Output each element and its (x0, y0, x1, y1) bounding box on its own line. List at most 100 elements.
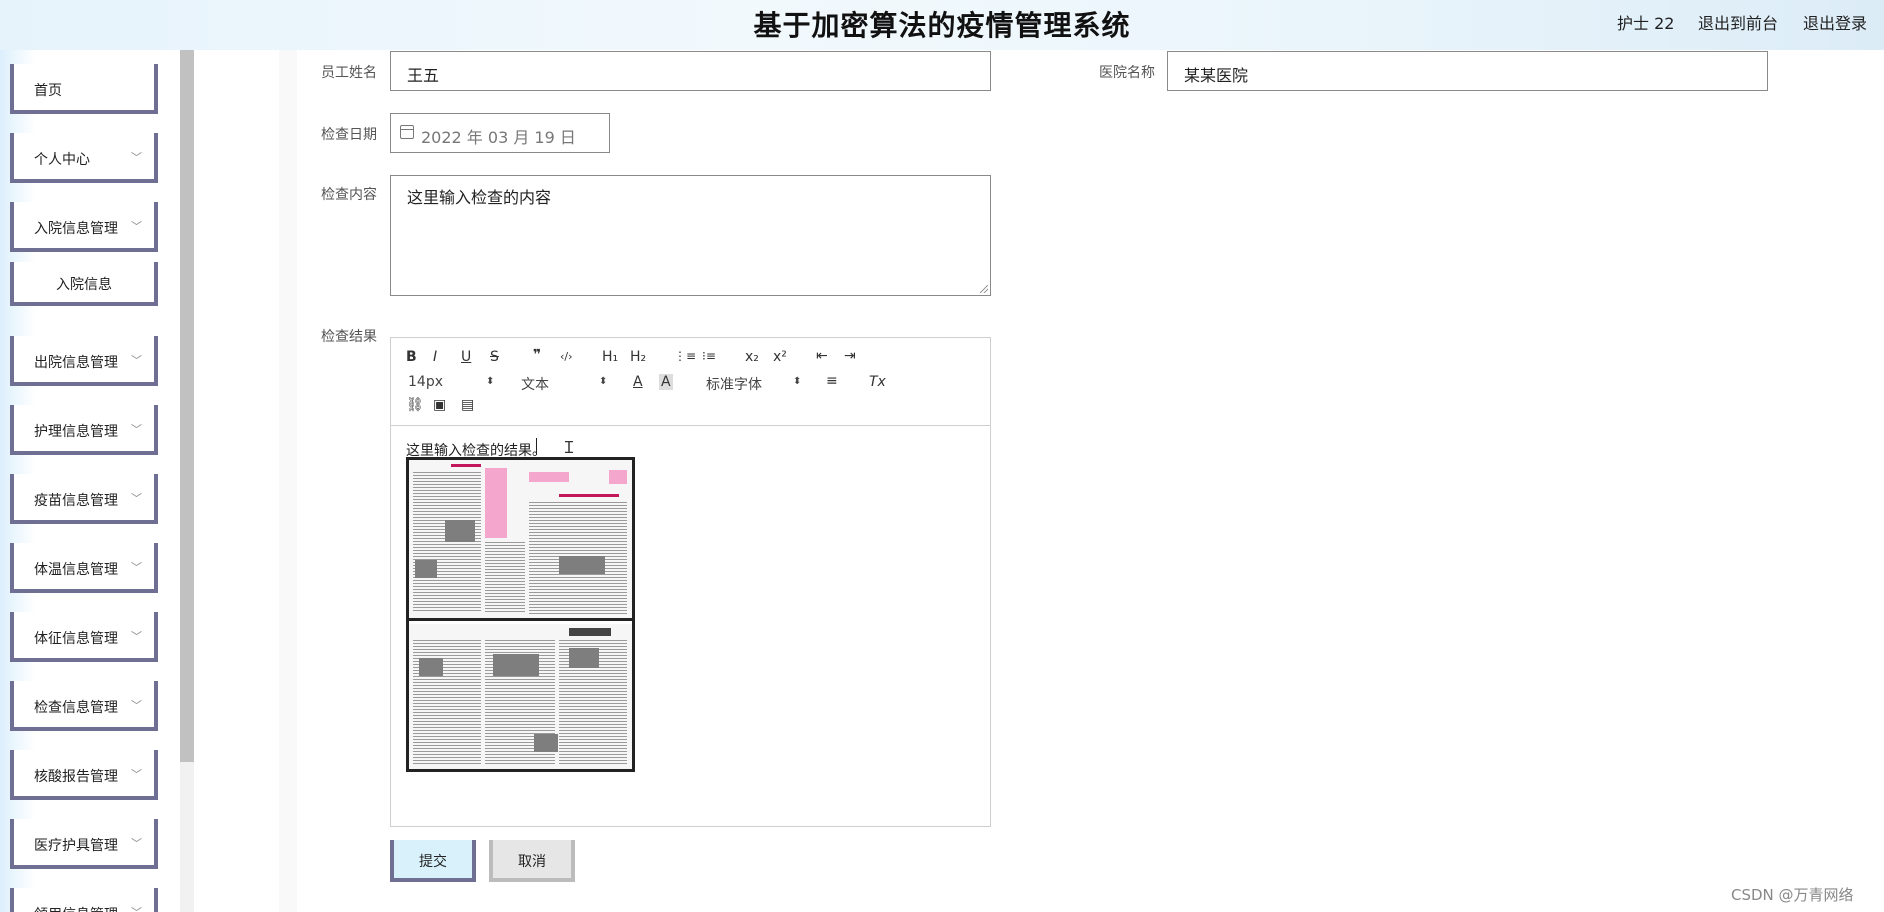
code-block-icon[interactable]: ‹/› (560, 350, 573, 363)
newspaper-photo (493, 654, 539, 676)
editor-content-area[interactable]: 这里输入检查的结果。 Ｉ (391, 426, 990, 826)
strikethrough-icon[interactable]: S (490, 349, 499, 365)
heading-2-icon[interactable]: H₂ (630, 349, 646, 365)
newspaper-photo (445, 520, 475, 542)
rich-text-editor: B I U S ❞ ‹/› H₁ H₂ ⋮≡ ⁝≡ x₂ x² ⇤ ⇥ 14px… (390, 337, 991, 827)
indent-icon[interactable]: ⇥ (844, 348, 856, 364)
bold-icon[interactable]: B (406, 349, 417, 365)
newspaper-photo (419, 658, 443, 676)
sidebar-item-label: 领用信息管理 (34, 904, 118, 912)
editor-toolbar: B I U S ❞ ‹/› H₁ H₂ ⋮≡ ⁝≡ x₂ x² ⇤ ⇥ 14px… (391, 338, 990, 426)
employee-name-input[interactable]: 王五 (390, 51, 991, 91)
sidebar-item-discharge-management[interactable]: 出院信息管理 ﹀ (10, 336, 158, 386)
background-color-icon[interactable]: A (659, 374, 673, 390)
newspaper-photo (559, 556, 605, 574)
font-size-value: 14px (408, 374, 443, 390)
content-margin (194, 50, 279, 912)
check-content-label: 检查内容 (321, 187, 377, 203)
sidebar-item-requisition-management[interactable]: 领用信息管理 ﹀ (10, 888, 158, 912)
sidebar-item-label: 护理信息管理 (34, 424, 118, 440)
font-family-value: 标准字体 (706, 377, 762, 393)
chevron-down-icon: ﹀ (131, 768, 142, 781)
image-icon[interactable]: ▣ (433, 397, 446, 413)
sidebar-item-admission-management[interactable]: 入院信息管理 ﹀ (10, 202, 158, 252)
inserted-newspaper-image[interactable] (406, 457, 635, 772)
check-date-picker[interactable]: 2022 年 03 月 19 日 (390, 113, 610, 153)
sidebar-item-home[interactable]: 首页 (10, 64, 158, 114)
text-caret (536, 438, 537, 455)
cancel-button[interactable]: 取消 (489, 840, 575, 882)
sidebar-item-label: 医疗护具管理 (34, 838, 118, 854)
link-icon[interactable]: ⛓ (406, 397, 424, 413)
calendar-icon (400, 125, 414, 139)
sidebar-item-label: 出院信息管理 (34, 355, 118, 371)
resize-handle-icon[interactable] (980, 285, 988, 293)
select-arrows-icon: ⬍ (486, 376, 495, 387)
font-family-select[interactable]: 标准字体 ⬍ (706, 374, 802, 394)
chevron-down-icon: ﹀ (131, 220, 142, 233)
align-icon[interactable]: ≡ (826, 373, 838, 389)
submit-button[interactable]: 提交 (390, 840, 476, 882)
watermark-text: CSDN @万青网络 (1731, 886, 1854, 904)
check-content-value: 这里输入检查的内容 (407, 188, 552, 207)
sidebar-scrollbar[interactable] (180, 50, 194, 912)
check-result-label: 检查结果 (321, 329, 377, 345)
sidebar-subitem-admission-info[interactable]: 入院信息 (10, 262, 158, 306)
sidebar-item-temperature-management[interactable]: 体温信息管理 ﹀ (10, 543, 158, 593)
sidebar-item-medical-gear-management[interactable]: 医疗护具管理 ﹀ (10, 819, 158, 869)
sidebar-item-label: 疫苗信息管理 (34, 493, 118, 509)
sidebar-item-label: 入院信息管理 (34, 221, 118, 237)
chevron-down-icon: ﹀ (131, 354, 142, 367)
logout-link[interactable]: 退出登录 (1803, 10, 1867, 34)
exit-to-front-link[interactable]: 退出到前台 (1698, 10, 1778, 34)
select-arrows-icon: ⬍ (793, 376, 802, 387)
chevron-down-icon: ﹀ (131, 151, 142, 164)
heading-1-icon[interactable]: H₁ (602, 349, 618, 365)
video-icon[interactable]: ▤ (461, 397, 474, 413)
italic-icon[interactable]: I (433, 349, 437, 365)
superscript-icon[interactable]: x² (773, 349, 787, 365)
paragraph-type-select[interactable]: 文本 ⬍ (521, 374, 611, 394)
sidebar: 首页 个人中心 ﹀ 入院信息管理 ﹀ 入院信息 出院信息管理 ﹀ 护理信息管理 … (0, 50, 180, 912)
underline-icon[interactable]: U (461, 349, 471, 365)
employee-name-value: 王五 (407, 66, 440, 85)
top-header: 基于加密算法的疫情管理系统 护士 22 退出到前台 退出登录 (0, 0, 1884, 50)
newspaper-page-top (409, 460, 632, 621)
sidebar-item-label: 检查信息管理 (34, 700, 118, 716)
font-color-icon[interactable]: A (633, 374, 643, 390)
sidebar-item-label: 体温信息管理 (34, 562, 118, 578)
chevron-down-icon: ﹀ (131, 904, 142, 912)
sidebar-item-label: 首页 (34, 83, 62, 99)
outdent-icon[interactable]: ⇤ (816, 348, 828, 364)
ordered-list-icon[interactable]: ⋮≡ (674, 349, 696, 363)
font-size-select[interactable]: 14px ⬍ (408, 374, 498, 390)
sidebar-item-nursing-management[interactable]: 护理信息管理 ﹀ (10, 405, 158, 455)
clear-format-icon[interactable]: Tx (869, 374, 886, 390)
sidebar-item-nucleic-acid-management[interactable]: 核酸报告管理 ﹀ (10, 750, 158, 800)
newspaper-pink-block (485, 468, 507, 538)
sidebar-item-vaccine-management[interactable]: 疫苗信息管理 ﹀ (10, 474, 158, 524)
sidebar-item-label: 体征信息管理 (34, 631, 118, 647)
bullet-list-icon[interactable]: ⁝≡ (702, 349, 716, 363)
newspaper-pink-block (609, 470, 627, 484)
check-date-value: 2022 年 03 月 19 日 (421, 128, 576, 147)
sidebar-item-label: 入院信息 (56, 277, 112, 293)
newspaper-header-mark (451, 464, 481, 467)
newspaper-photo (415, 560, 437, 578)
newspaper-column (413, 472, 481, 612)
blockquote-icon[interactable]: ❞ (533, 347, 541, 363)
sidebar-item-examination-management[interactable]: 检查信息管理 ﹀ (10, 681, 158, 731)
sidebar-item-vital-signs-management[interactable]: 体征信息管理 ﹀ (10, 612, 158, 662)
sidebar-item-label: 个人中心 (34, 152, 90, 168)
chevron-down-icon: ﹀ (131, 699, 142, 712)
chevron-down-icon: ﹀ (131, 492, 142, 505)
hospital-name-input[interactable]: 某某医院 (1167, 51, 1768, 91)
sidebar-item-label: 核酸报告管理 (34, 769, 118, 785)
sidebar-item-personal-center[interactable]: 个人中心 ﹀ (10, 133, 158, 183)
subscript-icon[interactable]: x₂ (745, 349, 759, 365)
newspaper-pink-block (529, 472, 569, 482)
check-content-textarea[interactable]: 这里输入检查的内容 (390, 175, 991, 296)
paragraph-type-value: 文本 (521, 377, 549, 393)
newspaper-photo (534, 734, 558, 752)
scrollbar-thumb[interactable] (180, 50, 194, 762)
